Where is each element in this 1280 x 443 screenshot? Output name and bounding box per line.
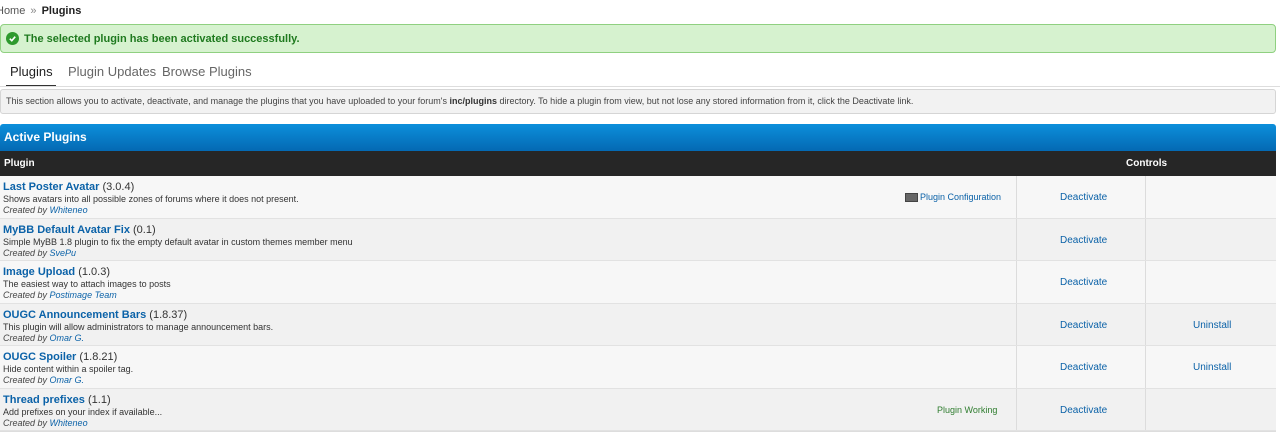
plugin-name[interactable]: Last Poster Avatar — [3, 181, 99, 193]
plugins-table: Last Poster Avatar (3.0.4) Shows avatars… — [0, 176, 1276, 431]
plugin-info: Last Poster Avatar (3.0.4) Shows avatars… — [3, 181, 299, 215]
uninstall-cell — [1145, 261, 1276, 303]
plugin-info: OUGC Announcement Bars (1.8.37) This plu… — [3, 309, 273, 343]
column-plugin: Plugin — [4, 158, 35, 169]
deactivate-link[interactable]: Deactivate — [1060, 277, 1107, 288]
plugin-version: (0.1) — [133, 223, 156, 236]
plugin-name[interactable]: MyBB Default Avatar Fix — [3, 224, 130, 236]
plugin-version: (1.0.3) — [78, 266, 110, 278]
deactivate-link[interactable]: Deactivate — [1060, 405, 1107, 416]
tabs-divider — [0, 86, 1280, 87]
plugin-author-line: Created by Whiteneo — [3, 417, 88, 428]
plugin-author-line: Created by Postimage Team — [3, 290, 117, 300]
plugin-author[interactable]: Omar G. — [50, 333, 85, 343]
deactivate-link[interactable]: Deactivate — [1060, 235, 1107, 246]
plugin-name[interactable]: OUGC Spoiler — [3, 351, 76, 363]
plugin-description: Simple MyBB 1.8 plugin to fix the empty … — [3, 236, 353, 247]
table-row: OUGC Announcement Bars (1.8.37) This plu… — [0, 303, 1276, 346]
plugin-description: The easiest way to attach images to post… — [3, 279, 171, 289]
tab-plugins[interactable]: Plugins — [10, 64, 53, 79]
plugin-name[interactable]: Image Upload — [3, 266, 75, 278]
plugin-author[interactable]: Whiteneo — [50, 418, 88, 428]
section-description: This section allows you to activate, dea… — [0, 89, 1276, 114]
plugin-version: (1.8.21) — [79, 351, 118, 363]
uninstall-link[interactable]: Uninstall — [1193, 320, 1231, 331]
breadcrumb-separator: » — [30, 5, 37, 17]
plugin-author[interactable]: SvePu — [50, 248, 77, 258]
plugin-author-line: Created by SvePu — [3, 247, 77, 258]
deactivate-cell: Deactivate — [1016, 346, 1145, 388]
plugin-info: OUGC Spoiler (1.8.21) Hide content withi… — [3, 351, 133, 385]
uninstall-cell — [1145, 218, 1276, 260]
plugin-author[interactable]: Postimage Team — [50, 290, 117, 300]
plugin-description: This plugin will allow administrators to… — [3, 321, 274, 332]
deactivate-link[interactable]: Deactivate — [1060, 320, 1107, 331]
plugin-info: Image Upload (1.0.3) The easiest way to … — [3, 266, 171, 300]
breadcrumb: Home » Plugins — [0, 5, 81, 17]
description-path: inc/plugins — [449, 96, 497, 106]
success-alert: The selected plugin has been activated s… — [0, 24, 1276, 53]
success-message: The selected plugin has been activated s… — [24, 32, 300, 45]
deactivate-cell: Deactivate — [1016, 303, 1145, 345]
plugin-author-line: Created by Whiteneo — [3, 205, 88, 215]
plugin-description: Shows avatars into all possible zones of… — [3, 194, 299, 204]
uninstall-link[interactable]: Uninstall — [1193, 362, 1231, 373]
deactivate-cell: Deactivate — [1016, 218, 1145, 260]
plugin-description: Add prefixes on your index if available.… — [3, 406, 163, 417]
uninstall-cell: Uninstall — [1145, 346, 1276, 388]
plugin-name[interactable]: OUGC Announcement Bars — [3, 309, 146, 321]
plugin-status-working: Plugin Working — [937, 404, 998, 415]
table-row: Thread prefixes (1.1) Add prefixes on yo… — [0, 388, 1276, 431]
plugin-author[interactable]: Omar G. — [50, 375, 85, 385]
plugin-version: (1.8.37) — [149, 308, 188, 321]
plugin-description: Hide content within a spoiler tag. — [3, 364, 134, 374]
uninstall-cell — [1145, 176, 1276, 218]
tab-plugin-updates[interactable]: Plugin Updates — [68, 64, 156, 79]
plugin-info: Thread prefixes (1.1) Add prefixes on yo… — [3, 394, 162, 428]
plugin-tabs: Plugins Plugin Updates Browse Plugins — [0, 60, 1280, 88]
table-bottom-border — [0, 431, 1276, 432]
description-text-start: This section allows you to activate, dea… — [6, 96, 450, 106]
check-circle-icon — [6, 32, 19, 45]
breadcrumb-home[interactable]: Home — [0, 5, 25, 17]
table-row: Image Upload (1.0.3) The easiest way to … — [0, 261, 1276, 304]
table-row: OUGC Spoiler (1.8.21) Hide content withi… — [0, 346, 1276, 389]
config-icon — [905, 192, 918, 202]
tab-browse-plugins[interactable]: Browse Plugins — [162, 64, 252, 79]
table-column-header: Plugin Controls — [0, 151, 1276, 176]
deactivate-link[interactable]: Deactivate — [1060, 192, 1107, 203]
table-row: Last Poster Avatar (3.0.4) Shows avatars… — [0, 176, 1276, 219]
plugin-author[interactable]: Whiteneo — [50, 205, 88, 215]
deactivate-cell: Deactivate — [1016, 261, 1145, 303]
table-row: MyBB Default Avatar Fix (0.1) Simple MyB… — [0, 218, 1276, 261]
plugin-version: (1.1) — [87, 393, 111, 406]
active-plugins-header: Active Plugins — [0, 124, 1276, 151]
plugin-configuration-link[interactable]: Plugin Configuration — [905, 192, 1001, 202]
uninstall-cell: Uninstall — [1145, 303, 1276, 345]
deactivate-cell: Deactivate — [1016, 176, 1145, 218]
breadcrumb-current: Plugins — [41, 5, 82, 17]
uninstall-cell — [1145, 388, 1276, 430]
plugin-author-line: Created by Omar G. — [3, 375, 85, 385]
plugin-info: MyBB Default Avatar Fix (0.1) Simple MyB… — [3, 224, 353, 258]
column-controls: Controls — [1126, 158, 1168, 169]
description-text-end: directory. To hide a plugin from view, b… — [497, 96, 914, 106]
plugin-name[interactable]: Thread prefixes — [3, 394, 85, 406]
deactivate-cell: Deactivate — [1016, 388, 1145, 430]
plugin-version: (3.0.4) — [102, 181, 135, 193]
deactivate-link[interactable]: Deactivate — [1060, 362, 1107, 373]
plugin-author-line: Created by Omar G. — [3, 332, 85, 343]
